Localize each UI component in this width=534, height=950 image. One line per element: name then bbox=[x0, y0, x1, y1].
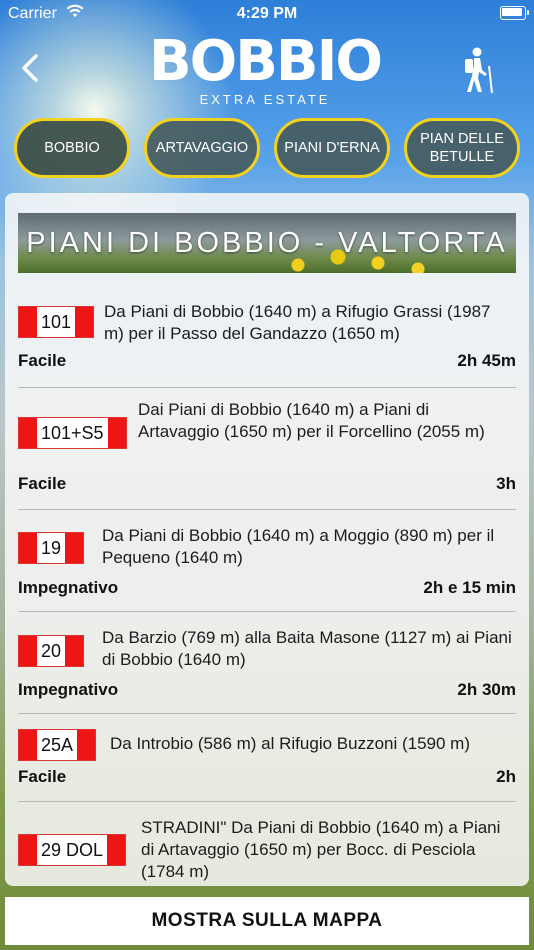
route-description: STRADINI" Da Piani di Bobbio (1640 m) a … bbox=[141, 818, 501, 881]
route-item[interactable]: 19 Da Piani di Bobbio (1640 m) a Moggio … bbox=[18, 511, 516, 612]
route-item[interactable]: 25A Da Introbio (586 m) al Rifugio Buzzo… bbox=[18, 715, 516, 802]
hiker-icon bbox=[465, 47, 493, 94]
battery-icon bbox=[500, 6, 529, 20]
trail-badge: 19 bbox=[18, 532, 85, 564]
route-item[interactable]: 29 DOL STRADINI" Da Piani di Bobbio (164… bbox=[18, 803, 516, 886]
route-description: Da Introbio (586 m) al Rifugio Buzzoni (… bbox=[110, 734, 470, 753]
back-button[interactable] bbox=[16, 50, 46, 86]
section-banner: PIANI DI BOBBIO - VALTORTA bbox=[18, 213, 516, 273]
route-item[interactable]: 20 Da Barzio (769 m) alla Baita Masone (… bbox=[18, 613, 516, 714]
trail-badge: 20 bbox=[18, 635, 85, 667]
trail-badge: 101+S5 bbox=[18, 417, 127, 449]
route-description: Dai Piani di Bobbio (1640 m) a Piani di … bbox=[138, 400, 485, 441]
route-duration: 2h e 15 min bbox=[423, 578, 516, 597]
route-item[interactable]: 101+S5 Dai Piani di Bobbio (1640 m) a Pi… bbox=[18, 389, 516, 510]
route-duration: 2h 45m bbox=[457, 351, 516, 370]
area-tabs: BOBBIO ARTAVAGGIO PIANI D'ERNA PIAN DELL… bbox=[0, 118, 534, 182]
trail-badge: 101 bbox=[18, 306, 95, 338]
route-description: Da Piani di Bobbio (1640 m) a Rifugio Gr… bbox=[104, 302, 491, 343]
route-difficulty: Facile bbox=[18, 351, 67, 370]
route-item[interactable]: 101 Da Piani di Bobbio (1640 m) a Rifugi… bbox=[18, 293, 516, 388]
route-difficulty: Facile bbox=[18, 767, 67, 786]
logo-title: BOBBIO bbox=[148, 29, 383, 94]
route-difficulty: Facile bbox=[18, 474, 67, 493]
logo-subtitle: EXTRA ESTATE bbox=[199, 92, 331, 107]
trail-badge: 25A bbox=[18, 729, 97, 761]
route-duration: 2h 30m bbox=[457, 680, 516, 699]
tab-artavaggio[interactable]: ARTAVAGGIO bbox=[144, 118, 260, 178]
tab-bobbio[interactable]: BOBBIO bbox=[14, 118, 130, 178]
route-duration: 3h bbox=[496, 474, 516, 493]
route-duration: 2h bbox=[496, 767, 516, 786]
route-description: Da Barzio (769 m) alla Baita Masone (112… bbox=[102, 628, 512, 669]
route-difficulty: Impegnativo bbox=[18, 578, 119, 597]
trail-badge: 29 DOL bbox=[18, 834, 127, 866]
routes-panel[interactable]: PIANI DI BOBBIO - VALTORTA 101 Da Piani … bbox=[5, 193, 529, 886]
route-difficulty: Impegnativo bbox=[18, 680, 119, 699]
tab-piani-d-erna[interactable]: PIANI D'ERNA bbox=[274, 118, 390, 178]
route-description: Da Piani di Bobbio (1640 m) a Moggio (89… bbox=[102, 526, 495, 567]
show-on-map-button[interactable]: MOSTRA SULLA MAPPA bbox=[5, 897, 529, 945]
hiker-button[interactable] bbox=[456, 46, 496, 94]
clock: 4:29 PM bbox=[236, 5, 298, 22]
app-logo: BOBBIO EXTRA ESTATE bbox=[140, 29, 390, 108]
chevron-left-icon bbox=[22, 54, 38, 82]
status-bar: Carrier 4:29 PM bbox=[0, 0, 534, 28]
tab-pian-delle-betulle[interactable]: PIAN DELLE BETULLE bbox=[404, 118, 520, 178]
